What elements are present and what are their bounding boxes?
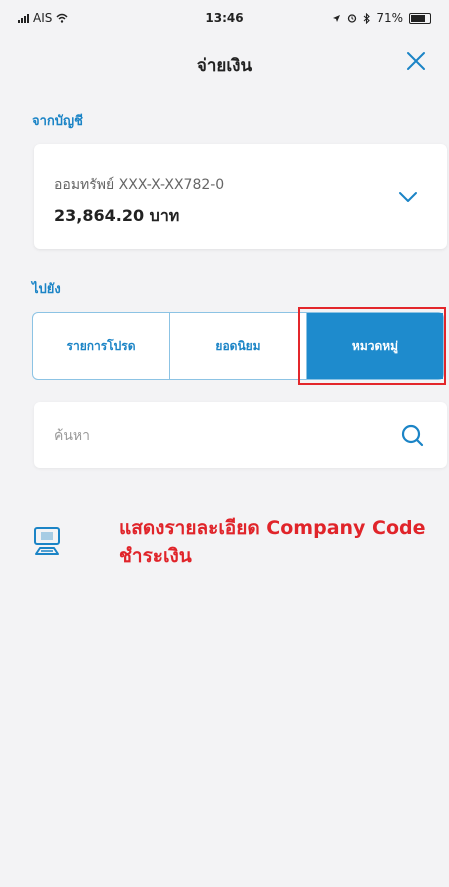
to-label: ไปยัง — [32, 282, 61, 297]
close-icon — [407, 52, 425, 70]
account-balance: 23,864.20 บาท — [54, 206, 180, 225]
chevron-down-icon — [399, 192, 417, 202]
close-button[interactable] — [401, 46, 431, 76]
tab-categories[interactable]: หมวดหมู่ — [307, 313, 443, 379]
page-title: จ่ายเงิน — [196, 56, 253, 76]
account-name: ออมทรัพย์ XXX-X-XX782-0 — [54, 177, 225, 193]
nav-bar: จ่ายเงิน — [0, 36, 449, 86]
search-icon[interactable] — [399, 422, 425, 448]
status-right: 71% — [332, 11, 431, 25]
battery-percent: 71% — [376, 11, 403, 25]
tab-popular[interactable]: ยอดนิยม — [170, 313, 307, 379]
computer-category-icon[interactable] — [32, 526, 62, 558]
annotation-text: แสดงรายละเอียด Company Code ชำระเงิน — [119, 517, 426, 567]
account-selector[interactable]: ออมทรัพย์ XXX-X-XX782-0 23,864.20 บาท — [34, 144, 447, 249]
alarm-icon — [348, 14, 357, 23]
payee-tabs: รายการโปรด ยอดนิยม หมวดหมู่ — [32, 312, 444, 380]
search-box — [34, 402, 447, 468]
bluetooth-icon — [363, 12, 371, 24]
from-account-label: จากบัญชี — [32, 114, 83, 129]
search-input[interactable] — [52, 422, 376, 450]
status-bar: AIS 13:46 71% — [0, 0, 449, 36]
battery-icon — [409, 12, 431, 24]
location-icon — [333, 14, 341, 22]
tab-favorites[interactable]: รายการโปรด — [33, 313, 170, 379]
